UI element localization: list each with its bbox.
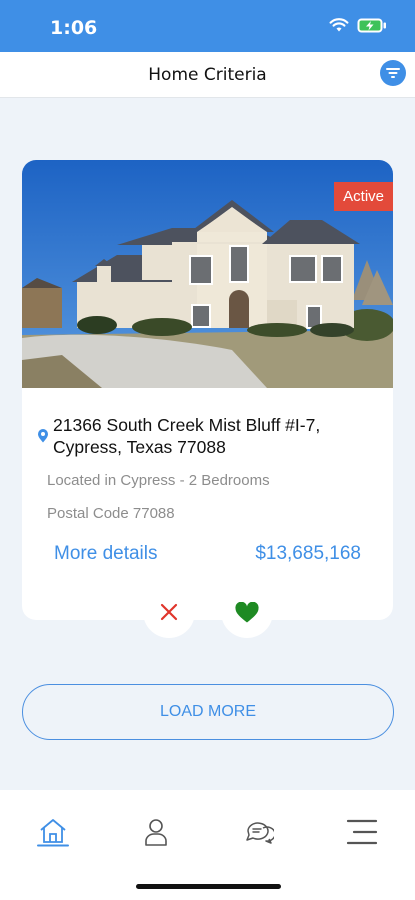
address-line1: 21366 South Creek Mist Bluff #I-7, bbox=[53, 415, 321, 435]
status-bar: 1:06 bbox=[0, 0, 415, 52]
listing-card[interactable]: Active 21366 South Creek Mist Bluff #I-7… bbox=[22, 160, 393, 620]
listing-price: $13,685,168 bbox=[255, 543, 361, 564]
nav-bar: Home Criteria bbox=[0, 52, 415, 98]
status-time: 1:06 bbox=[50, 17, 98, 39]
status-icons bbox=[329, 18, 387, 33]
filter-button[interactable] bbox=[380, 60, 406, 86]
location-bedrooms: Located in Cypress - 2 Bedrooms bbox=[47, 472, 270, 489]
page-title: Home Criteria bbox=[148, 65, 267, 85]
chat-icon bbox=[246, 822, 274, 844]
property-address: 21366 South Creek Mist Bluff #I-7, Cypre… bbox=[53, 414, 320, 458]
home-icon bbox=[37, 819, 69, 847]
status-badge: Active bbox=[334, 182, 393, 211]
address-row: 21366 South Creek Mist Bluff #I-7, Cypre… bbox=[37, 414, 382, 458]
menu-icon bbox=[346, 819, 378, 845]
tab-profile[interactable] bbox=[138, 814, 174, 850]
person-icon bbox=[145, 819, 167, 846]
tab-home[interactable] bbox=[35, 814, 71, 850]
close-icon bbox=[160, 603, 178, 621]
filter-icon bbox=[386, 68, 400, 78]
load-more-button[interactable]: LOAD MORE bbox=[22, 684, 394, 740]
tab-menu[interactable] bbox=[344, 814, 380, 850]
like-button[interactable] bbox=[221, 586, 273, 638]
address-line2: Cypress, Texas 77088 bbox=[53, 437, 226, 457]
battery-icon bbox=[357, 18, 386, 33]
postal-code: Postal Code 77088 bbox=[47, 505, 175, 522]
location-pin-icon bbox=[38, 429, 48, 443]
tab-messages[interactable] bbox=[241, 814, 277, 850]
heart-icon bbox=[235, 601, 259, 622]
more-details-link[interactable]: More details bbox=[54, 543, 158, 565]
wifi-icon bbox=[329, 18, 349, 32]
reject-button[interactable] bbox=[143, 586, 195, 638]
home-indicator bbox=[136, 884, 281, 889]
